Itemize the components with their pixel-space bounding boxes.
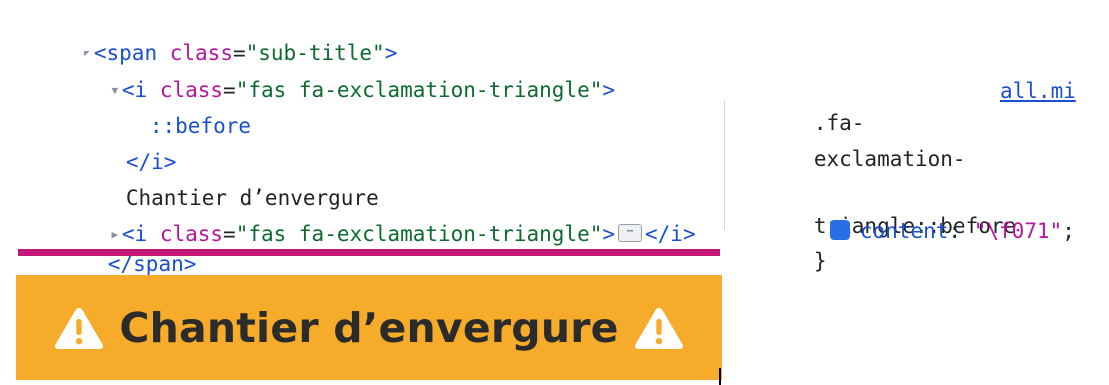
- attr-value: "fas fa-exclamation-triangle": [235, 78, 603, 102]
- exclamation-triangle-icon: [633, 305, 685, 351]
- stylesheet-source-link[interactable]: all.mi: [1000, 75, 1076, 107]
- css-selector-line-1: .fa-: [738, 75, 865, 135]
- exclamation-triangle-icon: [53, 305, 105, 351]
- attr-value: "fas fa-exclamation-triangle": [235, 222, 603, 246]
- tag-bracket: >: [602, 222, 616, 246]
- css-semicolon: ;: [1062, 219, 1075, 243]
- subtitle-preview-banner: Chantier d’envergure: [16, 275, 722, 380]
- dom-node-span-close[interactable]: </span>: [32, 216, 197, 276]
- collapsed-content-ellipsis-icon[interactable]: ⋯: [618, 224, 643, 242]
- css-property-value[interactable]: "\f071": [974, 219, 1063, 243]
- property-enable-checkbox[interactable]: [829, 220, 850, 300]
- dom-node-pseudo-before[interactable]: ::before: [74, 78, 251, 138]
- dom-node-i-second[interactable]: ▶ <i class="fas fa-exclamation-triangle">…: [32, 186, 696, 246]
- css-selector-line-3: triangle::before {: [738, 147, 1109, 238]
- panel-divider[interactable]: [724, 100, 725, 230]
- css-property-name[interactable]: content: [860, 219, 949, 243]
- dom-node-text[interactable]: Chantier d’envergure: [50, 150, 379, 210]
- close-brace: }: [813, 249, 827, 273]
- tag-bracket: >: [602, 78, 616, 102]
- dom-node-span[interactable]: ◤ <span class="sub-title">: [4, 5, 397, 65]
- css-declaration: content: "\f071";: [754, 183, 1075, 300]
- subtitle-text: Chantier d’envergure: [119, 303, 619, 352]
- window-edge-line: [719, 368, 721, 385]
- dom-node-i-first[interactable]: ▼ <i class="fas fa-exclamation-triangle">: [32, 42, 615, 102]
- close-tag: </i>: [645, 222, 696, 246]
- css-colon: :: [948, 219, 962, 243]
- css-close-brace-line: }: [738, 213, 827, 273]
- css-selector-line-2: exclamation-: [738, 111, 966, 171]
- dom-node-i-close[interactable]: </i>: [50, 114, 177, 174]
- element-highlight-bar: [18, 249, 720, 256]
- attr-eq: =: [223, 222, 236, 246]
- devtools-screenshot: ◤ <span class="sub-title"> ▼ <i class="fas…: [0, 0, 1109, 385]
